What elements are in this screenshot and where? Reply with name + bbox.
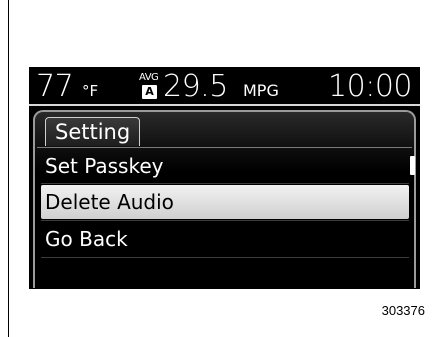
outside-temperature: 77 — [36, 69, 74, 104]
avg-mode-indicator: A — [142, 85, 157, 99]
menu-title: Setting — [45, 117, 141, 146]
menu-item-divider — [41, 257, 409, 258]
status-bar-divider — [29, 104, 420, 106]
figure-number: 303376 — [381, 303, 425, 318]
settings-menu: Setting Set Passkey Delete Audio Go Back — [33, 110, 416, 288]
menu-item-divider — [41, 183, 409, 184]
head-unit-display: 77 °F AVG A 29.5 MPG 10:00 Setting Set P… — [29, 67, 420, 289]
menu-item-set-passkey[interactable]: Set Passkey — [41, 149, 409, 183]
menu-item-divider — [41, 220, 409, 221]
fuel-economy-unit: MPG — [243, 81, 279, 100]
scrollbar-thumb[interactable] — [410, 156, 415, 175]
menu-item-delete-audio[interactable]: Delete Audio — [41, 185, 409, 219]
menu-item-go-back[interactable]: Go Back — [41, 222, 409, 256]
fuel-economy-value: 29.5 — [163, 69, 228, 104]
clock: 10:00 — [328, 69, 412, 104]
avg-label: AVG — [139, 72, 159, 83]
status-bar: 77 °F AVG A 29.5 MPG 10:00 — [29, 67, 420, 107]
temperature-unit: °F — [82, 82, 99, 100]
title-divider — [37, 147, 412, 148]
